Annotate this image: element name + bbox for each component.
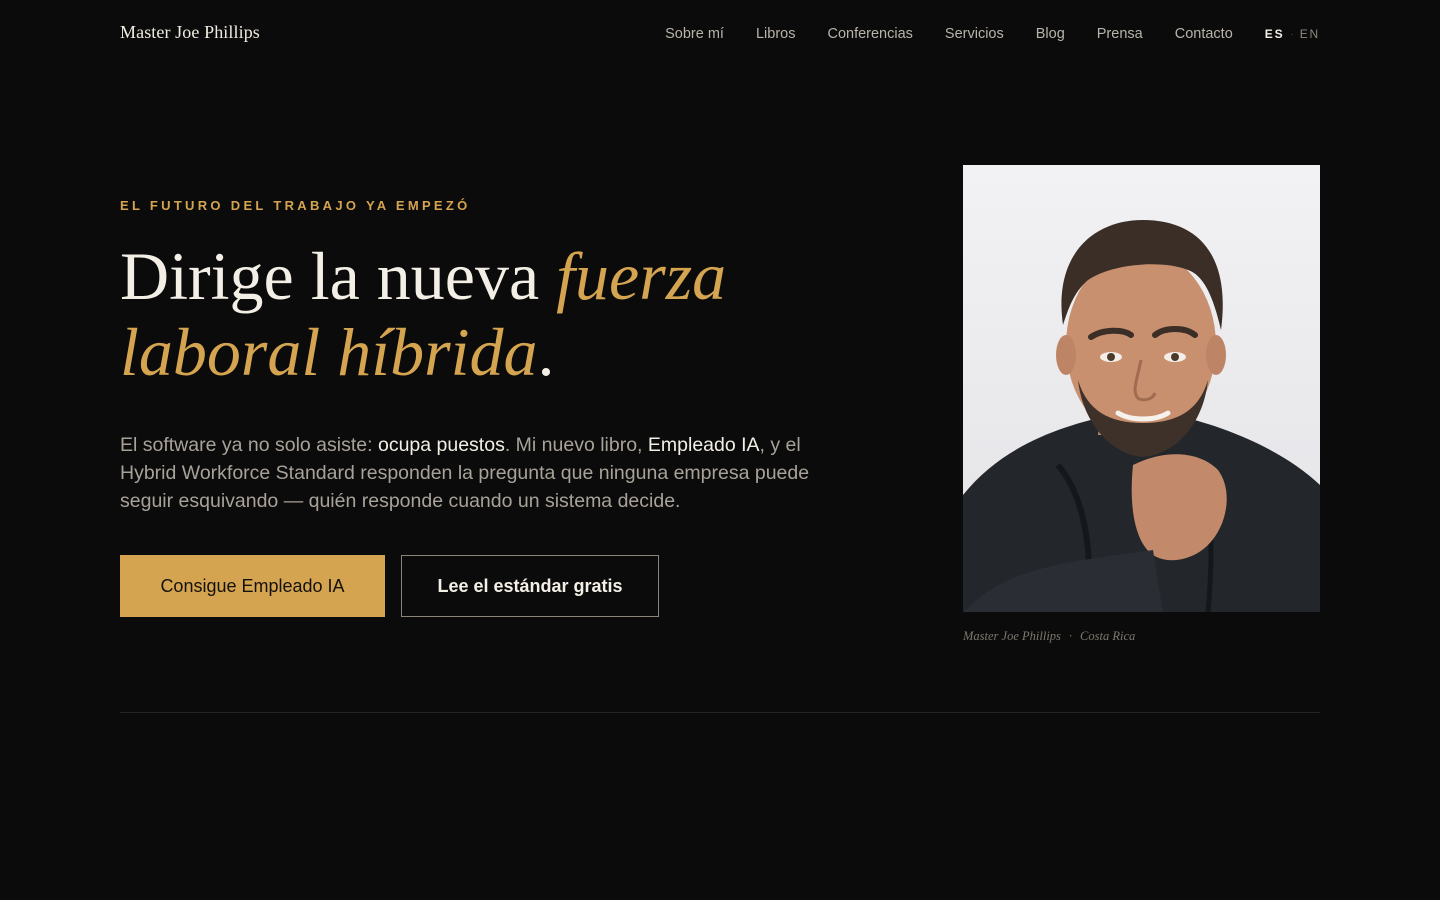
language-switcher: ES · EN <box>1265 27 1320 41</box>
hero-eyebrow: EL FUTURO DEL TRABAJO YA EMPEZÓ <box>120 198 471 213</box>
headline-plain: Dirige la nueva <box>120 238 557 314</box>
lede-highlight-2: Empleado IA <box>647 434 760 456</box>
portrait-illustration <box>963 220 1320 612</box>
site-logo[interactable]: Master Joe Phillips <box>120 22 260 43</box>
portrait-caption: Master Joe Phillips · Costa Rica <box>963 629 1135 644</box>
nav-item-servicios[interactable]: Servicios <box>945 26 1004 42</box>
lede-text-1: El software ya no solo asiste: <box>120 434 378 456</box>
hero-lede: El software ya no solo asiste: ocupa pue… <box>120 431 830 515</box>
lang-en-button[interactable]: EN <box>1300 27 1320 41</box>
lede-highlight-1: ocupa puestos <box>377 434 505 456</box>
cta-secondary-button[interactable]: Lee el estándar gratis <box>401 555 659 617</box>
nav-item-contacto[interactable]: Contacto <box>1175 26 1233 42</box>
cta-primary-button[interactable]: Consigue Empleado IA <box>120 555 385 617</box>
nav-item-conferencias[interactable]: Conferencias <box>827 26 912 42</box>
headline-period: . <box>537 314 555 390</box>
nav-item-sobre-mi[interactable]: Sobre mí <box>665 26 724 42</box>
main-nav: Sobre mí Libros Conferencias Servicios B… <box>665 24 1320 44</box>
nav-item-prensa[interactable]: Prensa <box>1097 26 1143 42</box>
caption-name: Master Joe Phillips <box>963 629 1061 643</box>
hero-headline: Dirige la nueva fuerza laboral híbrida. <box>120 238 940 390</box>
lede-text-2: . Mi nuevo libro, <box>504 434 648 456</box>
lang-separator: · <box>1290 28 1294 40</box>
section-divider <box>120 712 1320 713</box>
lang-es-button[interactable]: ES <box>1265 27 1285 41</box>
caption-separator: · <box>1068 629 1073 643</box>
caption-place: Costa Rica <box>1080 629 1136 643</box>
author-portrait <box>963 165 1320 612</box>
nav-item-libros[interactable]: Libros <box>756 26 796 42</box>
nav-item-blog[interactable]: Blog <box>1036 26 1065 42</box>
